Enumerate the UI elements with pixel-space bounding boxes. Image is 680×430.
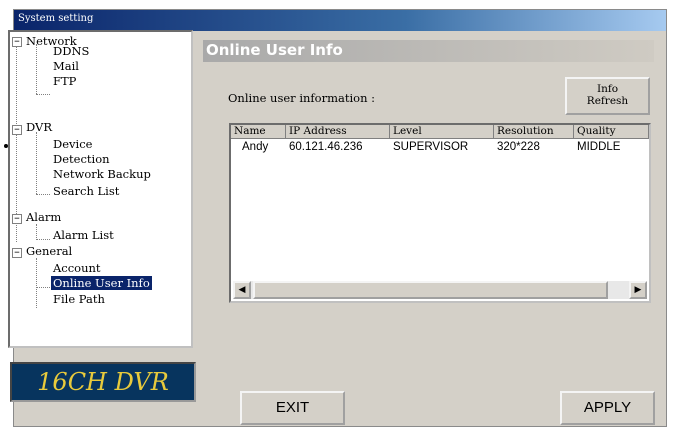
- tree-connector: [36, 94, 50, 95]
- collapse-icon[interactable]: −: [12, 125, 22, 135]
- tree-item-detection[interactable]: Detection: [53, 153, 110, 166]
- online-user-table[interactable]: Name IP Address Level Resolution Quality…: [229, 123, 651, 303]
- tree-connector: [36, 44, 37, 94]
- tree-item-alarm[interactable]: Alarm: [26, 211, 61, 224]
- window-title: System setting: [18, 13, 94, 24]
- column-header-ip-address[interactable]: IP Address: [286, 125, 390, 139]
- tree-item-file-path[interactable]: File Path: [53, 293, 105, 306]
- refresh-button-line1: Info: [596, 83, 619, 95]
- section-heading-bar: Online User Info: [203, 40, 654, 62]
- section-heading: Online User Info: [206, 41, 343, 59]
- cell-name: Andy: [242, 141, 269, 153]
- tree-item-network-backup[interactable]: Network Backup: [53, 168, 151, 181]
- cell-level: SUPERVISOR: [393, 141, 469, 153]
- cell-ip-address: 60.121.46.236: [289, 141, 363, 153]
- tree-item-ftp[interactable]: FTP: [53, 75, 76, 88]
- horizontal-scrollbar[interactable]: ◀ ▶: [233, 281, 647, 299]
- tree-item-account[interactable]: Account: [53, 262, 101, 275]
- apply-button[interactable]: APPLY: [560, 391, 655, 425]
- settings-tree[interactable]: − Network DDNS Mail FTP − DVR Device Det…: [8, 30, 193, 348]
- tree-connector: [36, 287, 50, 288]
- selected-label: Online User Info: [51, 276, 152, 290]
- tree-connector: [36, 224, 37, 238]
- tree-item-mail[interactable]: Mail: [53, 60, 79, 73]
- title-bar[interactable]: System setting: [14, 10, 666, 31]
- column-header-name[interactable]: Name: [231, 125, 286, 139]
- tree-connector: [36, 132, 37, 194]
- exit-button[interactable]: EXIT: [240, 391, 345, 425]
- tree-item-ddns[interactable]: DDNS: [53, 45, 89, 58]
- online-user-information-label: Online user information :: [228, 91, 376, 105]
- column-header-level[interactable]: Level: [390, 125, 494, 139]
- column-header-quality[interactable]: Quality: [574, 125, 649, 139]
- tree-item-search-list[interactable]: Search List: [53, 185, 119, 198]
- scroll-left-icon[interactable]: ◀: [233, 281, 251, 299]
- tree-item-alarm-list[interactable]: Alarm List: [53, 229, 114, 242]
- tree-item-online-user-info[interactable]: Online User Info: [51, 276, 152, 290]
- collapse-icon[interactable]: −: [12, 37, 22, 47]
- tree-connector: [36, 258, 37, 308]
- tree-item-general[interactable]: General: [26, 245, 72, 258]
- collapse-icon[interactable]: −: [12, 248, 22, 258]
- tree-item-device[interactable]: Device: [53, 138, 92, 151]
- refresh-button-line2: Refresh: [586, 95, 629, 107]
- tree-connector: [36, 194, 50, 195]
- tree-connector: [36, 239, 50, 240]
- cell-resolution: 320*228: [497, 141, 540, 153]
- column-header-resolution[interactable]: Resolution: [494, 125, 574, 139]
- collapse-icon[interactable]: −: [12, 214, 22, 224]
- cell-quality: MIDDLE: [577, 141, 621, 153]
- tree-item-dvr[interactable]: DVR: [26, 121, 52, 134]
- info-refresh-button[interactable]: Info Refresh: [565, 77, 650, 115]
- scroll-right-icon[interactable]: ▶: [629, 281, 647, 299]
- product-logo: 16CH DVR: [10, 362, 196, 402]
- scroll-thumb[interactable]: [253, 281, 608, 299]
- tree-connector: [16, 46, 17, 242]
